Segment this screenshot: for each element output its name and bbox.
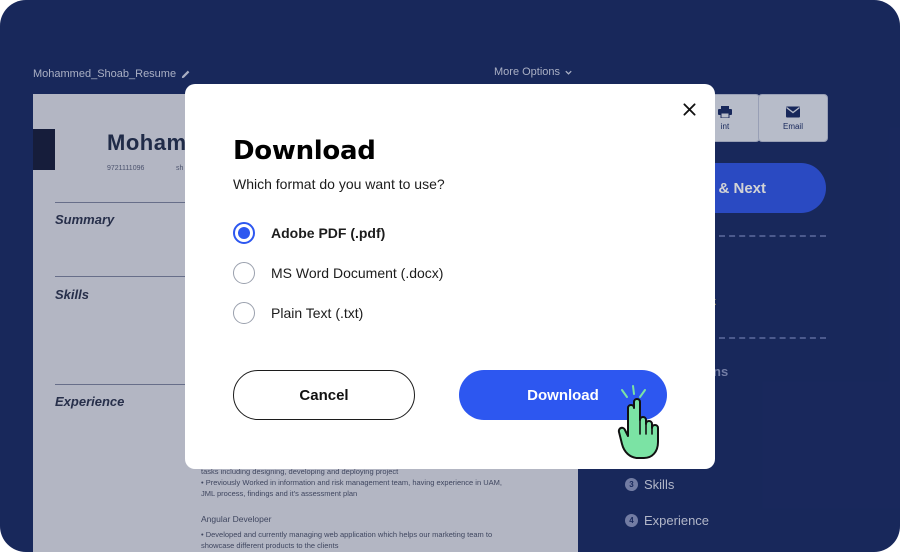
radio-button[interactable] bbox=[233, 302, 255, 324]
format-option-docx[interactable]: MS Word Document (.docx) bbox=[233, 262, 443, 284]
dialog-subtitle: Which format do you want to use? bbox=[233, 176, 445, 192]
hand-pointer-icon bbox=[617, 385, 659, 459]
radio-button[interactable] bbox=[233, 262, 255, 284]
close-icon bbox=[682, 102, 696, 116]
app-frame: Mohammed_Shoab_Resume More Options Moham… bbox=[0, 0, 900, 552]
cancel-button[interactable]: Cancel bbox=[233, 370, 415, 420]
format-option-pdf[interactable]: Adobe PDF (.pdf) bbox=[233, 222, 385, 244]
close-button[interactable] bbox=[677, 97, 701, 121]
dialog-title: Download bbox=[233, 136, 376, 166]
download-label: Download bbox=[527, 386, 599, 404]
option-label: MS Word Document (.docx) bbox=[271, 265, 444, 281]
cancel-label: Cancel bbox=[299, 386, 349, 404]
option-label: Plain Text (.txt) bbox=[271, 305, 364, 321]
format-option-txt[interactable]: Plain Text (.txt) bbox=[233, 302, 363, 324]
radio-button[interactable] bbox=[233, 222, 255, 244]
option-label: Adobe PDF (.pdf) bbox=[271, 225, 386, 241]
radio-dot bbox=[238, 227, 250, 239]
